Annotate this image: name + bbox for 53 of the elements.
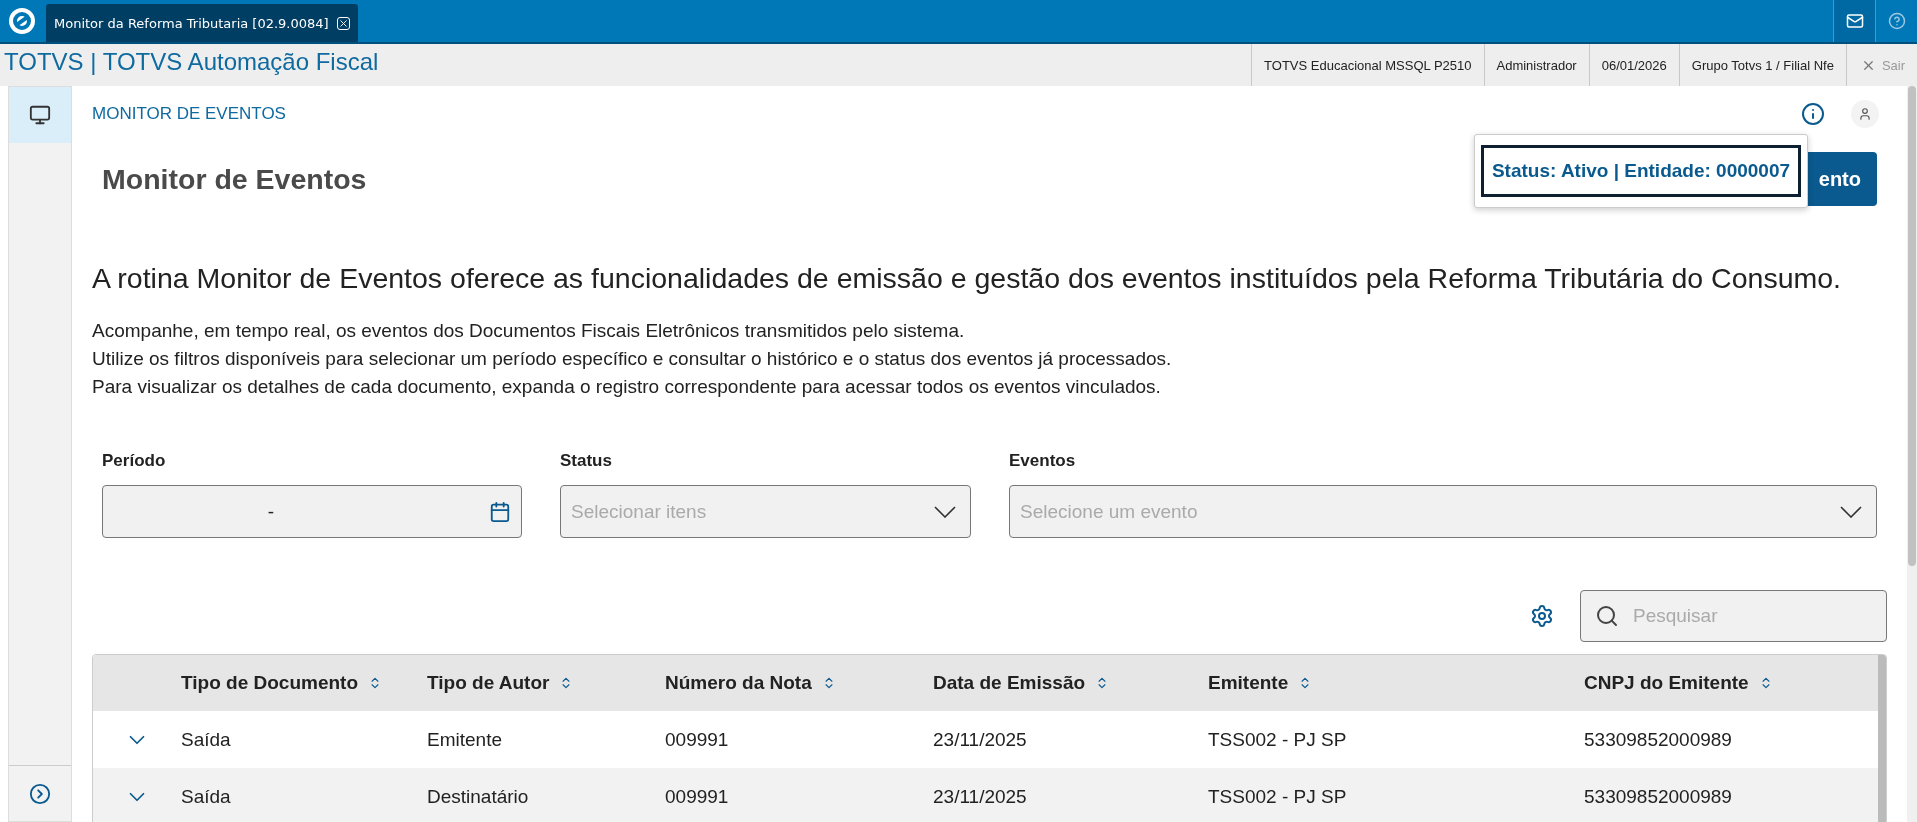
breadcrumb[interactable]: MONITOR DE EVENTOS	[92, 104, 286, 124]
window-tab[interactable]: Monitor da Reforma Tributaria [02.9.0084]	[46, 4, 358, 42]
description-text: Utilize os filtros disponíveis para selecionar um período específico e consultar o histórico e o status dos eventos já processados.	[92, 347, 1173, 371]
app-title: TOTVS | TOTVS Automação Fiscal	[3, 47, 379, 77]
session-info: Grupo Totvs 1 / Filial Nfe	[1678, 44, 1846, 86]
table-cell-text: Emitente	[427, 728, 503, 751]
avatar[interactable]	[1851, 100, 1879, 128]
table-cell-text: Destinatário	[427, 785, 530, 808]
table-cell-text: 23/11/2025	[933, 728, 1028, 751]
session-info: TOTVS Educacional MSSQL P2510	[1251, 44, 1484, 86]
session-info: 06/01/2026	[1588, 44, 1679, 86]
table-cell-text: 53309852000989	[1584, 785, 1733, 808]
table-cell-text: Saída	[181, 728, 232, 751]
mail-icon	[1845, 12, 1864, 30]
close-icon[interactable]	[336, 16, 350, 30]
monitor-icon	[29, 104, 51, 126]
mail-button[interactable]	[1833, 0, 1875, 42]
info-icon[interactable]	[1801, 102, 1825, 126]
scrollbar[interactable]	[1907, 86, 1917, 822]
description-text: Para visualizar os detalhes de cada documento, expanda o registro correspondente para acessar todos os eventos vinculados.	[92, 375, 1162, 399]
expand-icon[interactable]	[29, 782, 51, 805]
table-cell-text: Saída	[181, 785, 232, 808]
help-icon	[1887, 12, 1906, 30]
date-field[interactable]: -	[102, 485, 522, 538]
table-cell-text: TSS002 - PJ SP	[1208, 728, 1348, 751]
page-title: Monitor de Eventos	[102, 162, 367, 196]
description-text: Acompanhe, em tempo real, os eventos dos Documentos Fiscais Eletrônicos transmitidos pelo sistema.	[92, 319, 966, 343]
tab-title: Monitor da Reforma Tributaria [02.9.0084]	[54, 15, 329, 31]
settings-icon[interactable]	[1530, 604, 1554, 628]
column-header[interactable]: Tipo de Autor	[427, 672, 574, 694]
column-header[interactable]: CNPJ do Emitente	[1584, 672, 1773, 694]
intro-text: A rotina Monitor de Eventos oferece as funcionalidades de emissão e gestão dos eventos instituídos pela Reforma Tributária do Consumo.	[92, 262, 1842, 295]
table-cell-text: 009991	[665, 728, 730, 751]
column-header[interactable]: Data de Emissão	[933, 672, 1110, 694]
filter-label: Eventos	[1009, 451, 1077, 471]
table-cell-text: 53309852000989	[1584, 728, 1733, 751]
scrollbar[interactable]	[1878, 655, 1886, 822]
filter-label: Período	[102, 451, 167, 471]
calendar-icon	[489, 500, 511, 523]
filter-label: Status	[560, 451, 613, 471]
column-header[interactable]: Número da Nota	[665, 672, 836, 694]
table-cell-text: TSS002 - PJ SP	[1208, 785, 1348, 808]
search-icon	[1595, 604, 1619, 628]
column-header[interactable]: Tipo de Documento	[181, 672, 382, 694]
column-header[interactable]: Emitente	[1208, 672, 1313, 694]
table-cell-text: 009991	[665, 785, 730, 808]
table-cell-text: 23/11/2025	[933, 785, 1028, 808]
status-text: Status: Ativo | Entidade: 0000007	[1481, 145, 1801, 197]
session-info: Administrador	[1483, 44, 1589, 86]
logo-icon	[8, 7, 36, 35]
chevron-down-icon	[1840, 505, 1862, 518]
sidebar-item[interactable]	[9, 87, 71, 143]
chevron-down-icon	[934, 505, 956, 518]
